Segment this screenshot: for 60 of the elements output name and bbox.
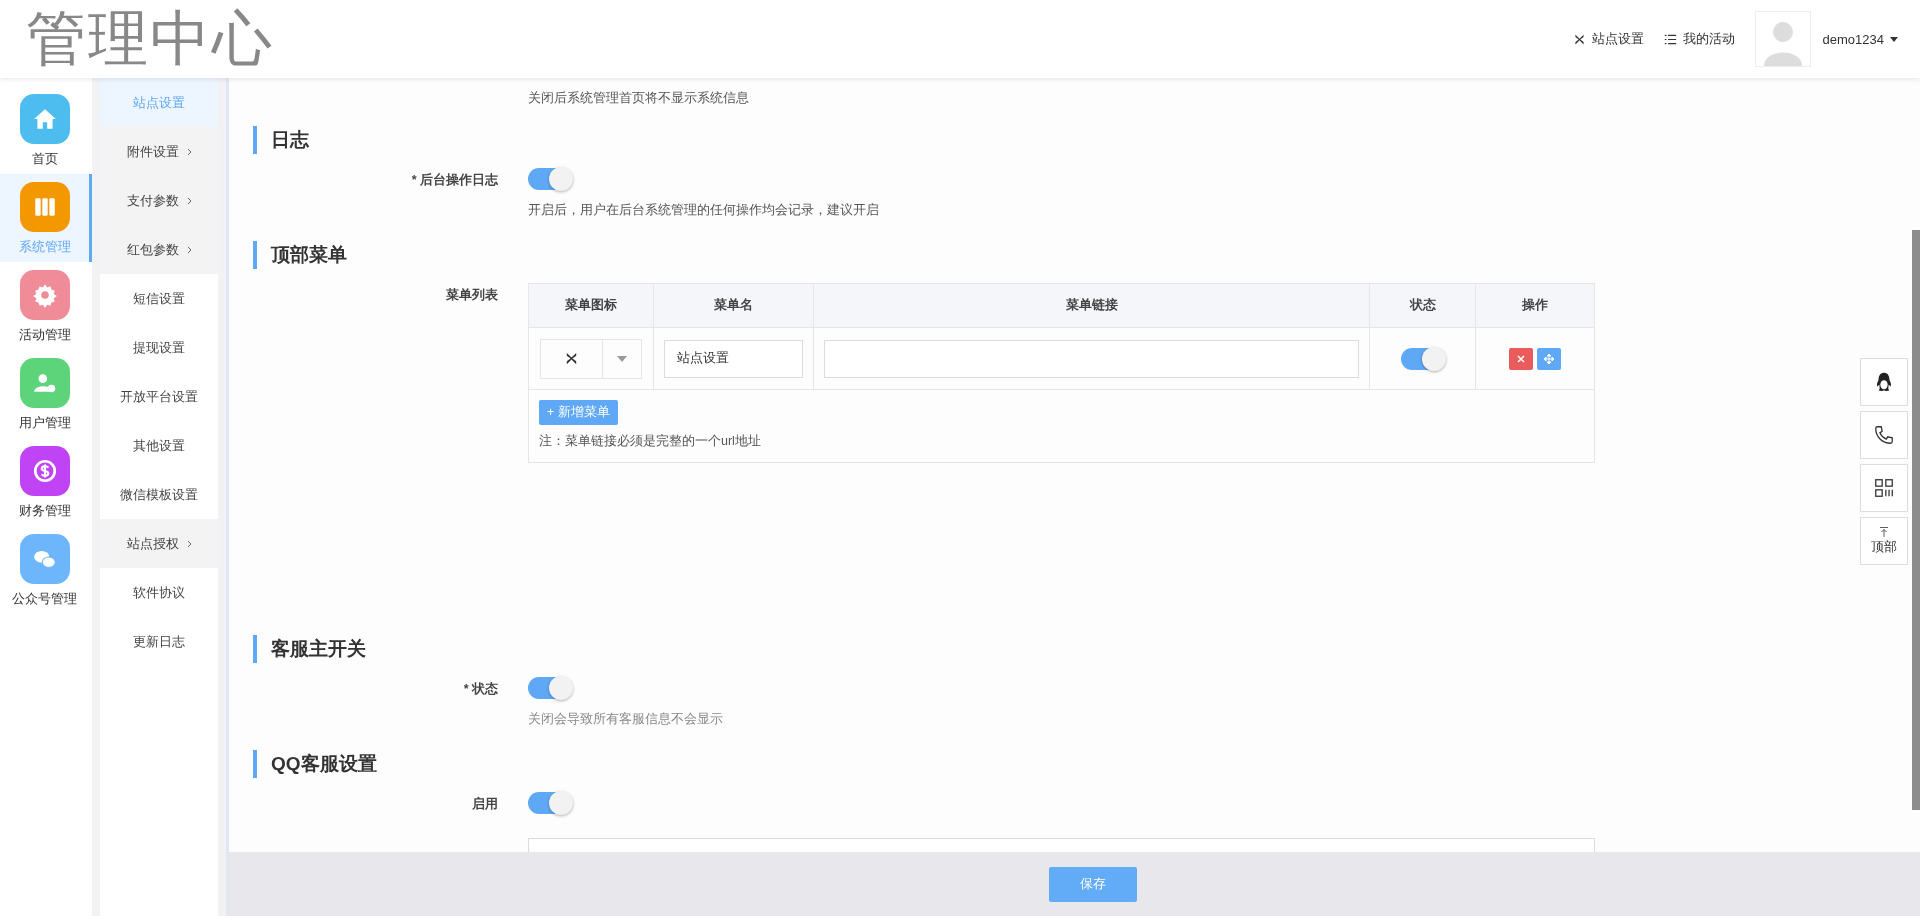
chevron-icon	[186, 539, 192, 548]
chevron-icon	[186, 196, 192, 205]
nav-item[interactable]: 首页	[0, 86, 92, 174]
submenu-item[interactable]: 短信设置	[100, 274, 218, 323]
field-label: 菜单列表	[446, 288, 498, 302]
toggle-switch[interactable]	[1400, 347, 1445, 370]
column-header: 菜单名	[654, 284, 814, 327]
submenu-item[interactable]: 支付参数	[100, 176, 218, 225]
scrollbar[interactable]	[1912, 230, 1920, 810]
submenu-item[interactable]: 其他设置	[100, 421, 218, 470]
header-link[interactable]: 站点设置	[1572, 30, 1644, 48]
move-button[interactable]	[1537, 347, 1561, 370]
submenu-item[interactable]: 开放平台设置	[100, 372, 218, 421]
contact-button[interactable]	[1860, 411, 1908, 459]
submenu-item[interactable]: 提现设置	[100, 323, 218, 372]
caret-icon	[1890, 36, 1898, 42]
column-header: 菜单链接	[814, 284, 1370, 327]
submenu-item[interactable]: 站点授权	[100, 519, 218, 568]
back-to-top-button[interactable]: 顶部	[1860, 517, 1908, 565]
column-header: 操作	[1521, 297, 1549, 314]
nav-item[interactable]: 公众号管理	[0, 526, 92, 614]
field-label: * 状态	[463, 682, 498, 696]
submenu-item[interactable]: 软件协议	[100, 568, 218, 617]
header-link[interactable]: 我的活动	[1663, 30, 1735, 48]
nav-item[interactable]: 活动管理	[0, 262, 92, 350]
field-label: * 后台操作日志	[411, 173, 498, 187]
column-header: 菜单图标	[529, 284, 654, 327]
caret-icon	[617, 355, 627, 362]
submenu-item[interactable]: 附件设置	[100, 127, 218, 176]
list-icon	[1663, 32, 1677, 46]
submenu-item[interactable]: 红包参数	[100, 225, 218, 274]
phone-icon	[1873, 424, 1895, 446]
submenu-item[interactable]: 微信模板设置	[100, 470, 218, 519]
column-header: 状态	[1370, 284, 1476, 327]
submenu-item[interactable]: 更新日志	[100, 617, 218, 666]
menu-name-field[interactable]: 站点设置	[664, 339, 803, 378]
section-heading: 日志	[253, 126, 1920, 154]
chevron-icon	[186, 245, 192, 254]
close-icon	[1517, 354, 1525, 363]
help-text: 开启后，用户在后台系统管理的任何操作均会记录，建议开启	[528, 202, 880, 219]
menu-link-field[interactable]	[824, 339, 1359, 378]
toggle-switch[interactable]	[528, 168, 572, 190]
help-text: 注：菜单链接必须是完整的一个url地址	[539, 433, 761, 450]
field-label: 启用	[472, 797, 498, 811]
toggle-switch[interactable]	[528, 792, 572, 814]
chevron-icon	[186, 147, 192, 156]
nav-item[interactable]: 用户管理	[0, 350, 92, 438]
help-text: 关闭会导致所有客服信息不会显示	[528, 711, 724, 728]
contact-button[interactable]	[1860, 358, 1908, 406]
toggle-switch[interactable]	[528, 677, 572, 699]
contact-button[interactable]	[1860, 464, 1908, 512]
help-text: 关闭后系统管理首页将不显示系统信息	[528, 91, 749, 105]
grid-icon	[1873, 477, 1895, 499]
arrow-up-icon	[1878, 526, 1890, 538]
nav-item[interactable]: 财务管理	[0, 438, 92, 526]
icon-select[interactable]	[540, 338, 642, 379]
user-menu[interactable]: demo1234	[1822, 31, 1898, 47]
move-icon	[1544, 353, 1554, 364]
delete-button[interactable]	[1509, 347, 1533, 370]
logo-text: 管理中心	[26, 3, 274, 74]
